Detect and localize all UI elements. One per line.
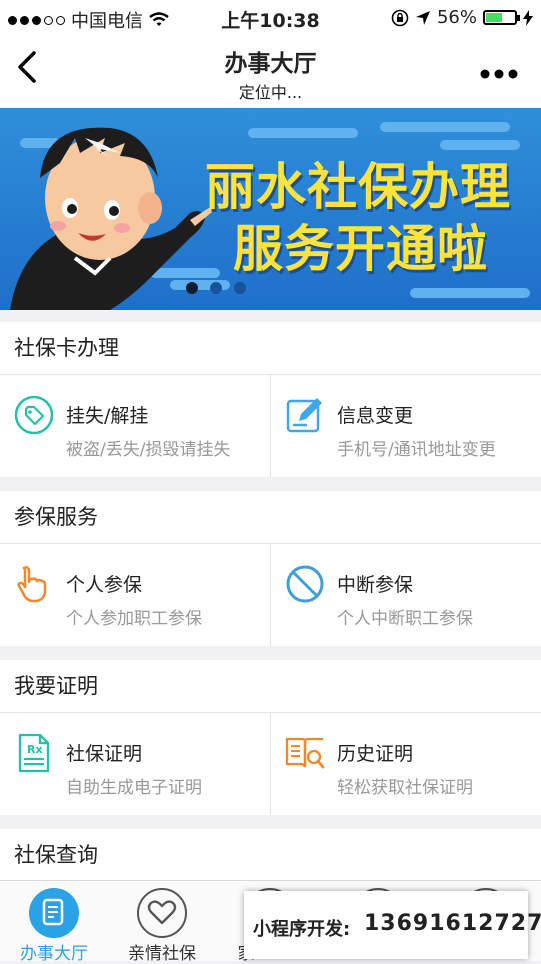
tab-service-hall[interactable]: 办事大厅 (0, 881, 108, 964)
book-search-icon (285, 737, 325, 769)
section-card-services: 社保卡办理 挂失/解挂 被盗/丢失/损毁请挂失 信息变更 手机号/通讯地址变更 (0, 322, 541, 477)
charging-bolt-icon (523, 9, 533, 26)
service-name: 历史证明 (337, 743, 414, 765)
battery-icon (483, 10, 520, 25)
carousel-indicators (0, 282, 486, 294)
ban-icon (286, 565, 324, 603)
promo-banner-carousel[interactable]: 丽水社保办理 服务开通啦 (0, 108, 541, 310)
heart-icon (137, 888, 187, 938)
banner-line-1: 丽水社保办理 (205, 158, 511, 216)
location-subtitle: 定位中... (238, 83, 303, 102)
prescription-doc-icon: Rx (18, 733, 50, 773)
carousel-dot[interactable] (209, 282, 222, 294)
section-title: 我要证明 (0, 660, 541, 713)
service-desc: 轻松获取社保证明 (337, 778, 473, 798)
section-title: 社保查询 (14, 843, 98, 867)
service-name: 个人参保 (66, 574, 143, 596)
edit-icon (286, 398, 322, 433)
service-desc: 被盗/丢失/损毁请挂失 (66, 440, 231, 460)
hand-pointer-icon (17, 566, 47, 603)
carousel-dot[interactable] (185, 282, 198, 294)
report-loss-button[interactable]: 挂失/解挂 被盗/丢失/损毁请挂失 (0, 375, 271, 477)
nav-bar: 办事大厅 定位中... (0, 36, 541, 108)
developer-promo-overlay: 小程序开发: 13691612727 (244, 891, 541, 959)
banner-line-2: 服务开通啦 (233, 220, 488, 278)
status-right: 56% (391, 7, 533, 28)
page-title: 办事大厅 (224, 51, 317, 77)
promo-phone: 13691612727 (364, 911, 541, 936)
service-desc: 个人中断职工参保 (337, 609, 473, 629)
banner-headline: 丽水社保办理 服务开通啦 (205, 156, 511, 280)
section-insurance-services: 参保服务 个人参保 个人参加职工参保 中断参保 个人中断职工参保 (0, 491, 541, 646)
service-name: 中断参保 (337, 574, 414, 596)
service-name: 社保证明 (66, 743, 143, 765)
battery-percent: 56% (436, 7, 477, 28)
tab-label: 办事大厅 (20, 944, 88, 964)
service-name: 挂失/解挂 (66, 405, 149, 427)
section-queries: 社保查询 (0, 829, 541, 881)
svg-text:Rx: Rx (27, 743, 43, 756)
status-bar: 中国电信 上午10:38 56% (0, 0, 541, 36)
personal-enroll-button[interactable]: 个人参保 个人参加职工参保 (0, 544, 271, 646)
service-name: 信息变更 (337, 405, 414, 427)
location-arrow-icon (415, 10, 430, 25)
section-certificates: 我要证明 Rx 社保证明 自助生成电子证明 历史证明 轻松获取社保证明 (0, 660, 541, 815)
service-hall-icon (29, 888, 79, 938)
insurance-certificate-button[interactable]: Rx 社保证明 自助生成电子证明 (0, 713, 271, 815)
more-options-icon[interactable] (479, 58, 519, 88)
history-certificate-button[interactable]: 历史证明 轻松获取社保证明 (271, 713, 541, 815)
tag-icon (14, 395, 54, 435)
section-title: 参保服务 (0, 491, 541, 544)
suspend-enroll-button[interactable]: 中断参保 个人中断职工参保 (271, 544, 541, 646)
promo-label: 小程序开发: (253, 919, 351, 940)
service-desc: 自助生成电子证明 (66, 778, 202, 798)
cartoon-character-illustration (10, 127, 214, 310)
service-desc: 个人参加职工参保 (66, 609, 202, 629)
service-desc: 手机号/通讯地址变更 (337, 440, 496, 460)
info-change-button[interactable]: 信息变更 手机号/通讯地址变更 (271, 375, 541, 477)
section-title: 社保卡办理 (0, 322, 541, 375)
orientation-lock-icon (391, 9, 409, 26)
carousel-dot[interactable] (233, 282, 246, 294)
